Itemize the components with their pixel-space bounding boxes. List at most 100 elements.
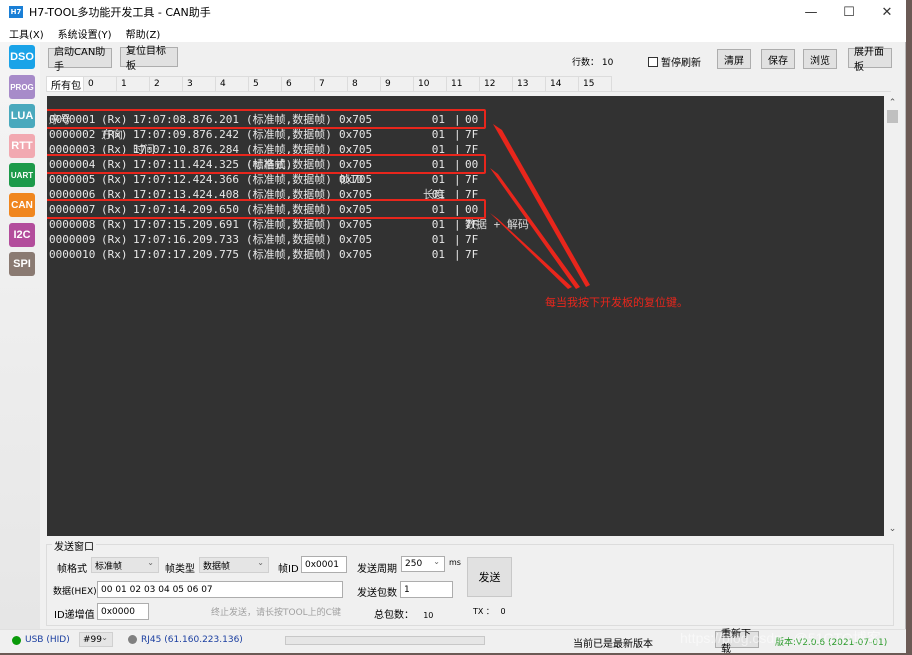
log-cell-dir: (Rx) [101,218,128,231]
app-window: H7 H7-TOOL多功能开发工具 - CAN助手 — ☐ ✕ 工具(X) 系统… [0,0,906,655]
id-increment-label: ID递增值 [54,610,95,621]
sidebar-item-can[interactable]: CAN [9,193,35,217]
send-button[interactable]: 发送 [467,557,512,597]
sidebar-item-rtt[interactable]: RTT [9,134,35,158]
tab-channel-6[interactable]: 6 [282,76,315,92]
sidebar-item-uart[interactable]: UART [9,163,35,187]
tab-channel-13[interactable]: 13 [513,76,546,92]
expand-panel-button[interactable]: 展开面板 [848,47,892,73]
log-cell-id: 0x705 [339,128,373,141]
chevron-down-icon: ⌄ [433,557,440,566]
log-cell-separator: | [454,233,461,246]
tab-channel-12[interactable]: 12 [480,76,513,92]
clear-button[interactable]: 清屏 [717,49,751,69]
log-cell-id: 0x705 [339,233,373,246]
log-cell-seq: 0000009 [49,233,96,246]
minimize-button[interactable]: — [792,0,830,24]
tab-channel-15[interactable]: 15 [579,76,612,92]
tab-channel-3[interactable]: 3 [183,76,216,92]
highlight-box [47,199,486,219]
update-status: 当前已是最新版本 [573,639,653,650]
sidebar-item-i2c[interactable]: I2C [9,223,35,247]
title-bar: H7 H7-TOOL多功能开发工具 - CAN助手 — ☐ ✕ [0,0,906,24]
tab-channel-11[interactable]: 11 [447,76,480,92]
tab-divider [46,91,891,92]
usb-status-label: USB (HID) [25,635,70,645]
log-cell-separator: | [454,173,461,186]
close-button[interactable]: ✕ [868,0,906,24]
log-cell-separator: | [454,248,461,261]
tx-value: 0 [500,607,506,616]
tab-channel-0[interactable]: 0 [84,76,117,92]
tx-count: TX ： 0 [473,606,506,617]
maximize-button[interactable]: ☐ [830,0,868,24]
pause-refresh-checkbox[interactable]: 暂停刷新 [648,54,701,69]
period-select[interactable]: 250 ⌄ [401,556,445,572]
sidebar-item-prog[interactable]: PROG [9,75,35,99]
reset-target-button[interactable]: 复位目标板 [120,46,178,72]
sidebar-item-spi[interactable]: SPI [9,252,35,276]
rj45-status-icon [128,635,137,644]
id-increment-input[interactable]: 0x0000 [97,603,149,620]
start-can-button[interactable]: 启动CAN助手 [48,47,112,73]
tab-channel-7[interactable]: 7 [315,76,348,92]
chevron-down-icon: ⌄ [147,558,154,567]
menu-settings[interactable]: 系统设置(Y) [58,26,112,41]
scroll-up-icon[interactable]: ⌃ [884,96,901,110]
log-cell-fmt: (标准帧,数据帧) [246,233,332,246]
log-cell-time: 17:07:09.876.242 [133,128,239,141]
log-cell-data: 7F [465,248,479,261]
total-packets-label: 总包数： [374,610,414,621]
log-cell-seq: 0000010 [49,248,96,261]
sidebar-item-dso[interactable]: DSO [9,45,35,69]
log-cell-dir: (Rx) [101,173,128,186]
tab-channel-1[interactable]: 1 [117,76,150,92]
log-cell-data: 7F [465,233,479,246]
scroll-down-icon[interactable]: ⌄ [884,522,901,536]
log-cell-time: 17:07:17.209.775 [133,248,239,261]
chevron-down-icon: ⌄ [101,633,108,642]
can-log-view[interactable]: 序号 方向 时间 (帧格式) 帧ID 长度 | 数据 + 解码 0000001(… [47,96,884,536]
log-cell-id: 0x705 [339,218,373,231]
app-icon: H7 [9,6,23,18]
send-count-label: 发送包数 [357,588,397,599]
pause-refresh-label: 暂停刷新 [661,58,701,69]
tab-channel-8[interactable]: 8 [348,76,381,92]
tab-channel-2[interactable]: 2 [150,76,183,92]
tab-all-packets[interactable]: 所有包 [46,76,84,92]
tab-channel-4[interactable]: 4 [216,76,249,92]
menu-help[interactable]: 帮助(Z) [126,26,161,41]
usb-status-icon [12,636,21,645]
row-count: 行数： 10 [572,55,613,68]
log-cell-fmt: (标准帧,数据帧) [246,128,332,141]
tab-channel-10[interactable]: 10 [414,76,447,92]
menu-bar: 工具(X) 系统设置(Y) 帮助(Z) [0,24,906,42]
send-count-input[interactable]: 1 [400,581,453,598]
log-cell-time: 17:07:16.209.733 [133,233,239,246]
save-button[interactable]: 保存 [761,49,795,69]
port-select[interactable]: #99 ⌄ [79,632,113,647]
log-cell-len: 01 [431,173,445,186]
frame-id-input[interactable]: 0x0001 [301,556,347,573]
row-count-label: 行数： [572,58,600,68]
browse-button[interactable]: 浏览 [803,49,837,69]
sidebar-item-lua[interactable]: LUA [9,104,35,128]
menu-tools[interactable]: 工具(X) [9,26,44,41]
window-title: H7-TOOL多功能开发工具 - CAN助手 [29,6,211,19]
data-hex-input[interactable]: 00 01 02 03 04 05 06 07 [97,581,343,598]
row-count-value: 10 [601,58,614,68]
scroll-thumb[interactable] [887,110,898,123]
frame-type-value: 数据帧 [203,561,231,572]
log-scrollbar[interactable]: ⌃ ⌄ [884,96,901,536]
frame-format-select[interactable]: 标准帧 ⌄ [91,557,159,573]
checkbox-icon[interactable] [648,56,658,67]
tab-channel-14[interactable]: 14 [546,76,579,92]
tab-channel-5[interactable]: 5 [249,76,282,92]
log-cell-seq: 0000008 [49,218,96,231]
period-unit: ms [449,558,461,567]
frame-type-select[interactable]: 数据帧 ⌄ [199,557,269,573]
tab-channel-9[interactable]: 9 [381,76,414,92]
log-cell-len: 01 [431,128,445,141]
log-cell-separator: | [454,128,461,141]
frame-format-value: 标准帧 [95,561,123,572]
